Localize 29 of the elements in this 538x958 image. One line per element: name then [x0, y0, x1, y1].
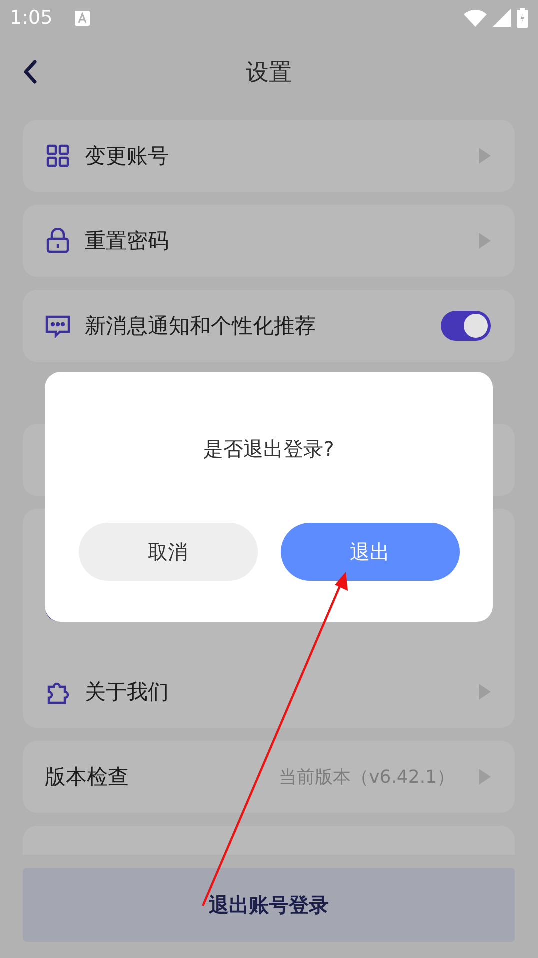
keyboard-icon	[74, 10, 90, 26]
cancel-button[interactable]: 取消	[78, 523, 258, 581]
settings-row[interactable]: 重置密码	[23, 205, 515, 277]
chevron-icon	[479, 148, 491, 164]
chevron-icon	[479, 769, 491, 785]
settings-row[interactable]: 版本检查 当前版本（v6.42.1）	[23, 741, 515, 813]
back-icon[interactable]	[22, 60, 38, 84]
signal-icon	[493, 9, 511, 27]
wifi-icon	[464, 9, 487, 27]
settings-row[interactable]: 变更账号	[23, 120, 515, 192]
status-time: 1:05	[10, 7, 53, 29]
setting-label: 版本检查	[45, 764, 130, 791]
lock-icon	[46, 228, 70, 254]
chevron-icon	[479, 684, 491, 700]
settings-row[interactable]: 关于我们	[23, 655, 515, 728]
setting-label: 新消息通知和个性化推荐	[85, 313, 317, 340]
logout-button[interactable]: 退出账号登录	[23, 868, 515, 942]
settings-row[interactable]: 新消息通知和个性化推荐	[23, 290, 515, 362]
notification-toggle[interactable]	[441, 311, 491, 341]
version-value: 当前版本（v6.42.1）	[279, 766, 455, 789]
chevron-icon	[479, 233, 491, 249]
setting-label: 变更账号	[85, 143, 170, 170]
message-icon	[45, 314, 71, 338]
grid-icon	[46, 144, 70, 168]
battery-icon	[517, 8, 528, 28]
setting-label: 重置密码	[85, 228, 170, 255]
dialog-message: 是否退出登录?	[204, 436, 334, 463]
setting-label: 关于我们	[85, 678, 170, 706]
page-title: 设置	[246, 58, 292, 88]
